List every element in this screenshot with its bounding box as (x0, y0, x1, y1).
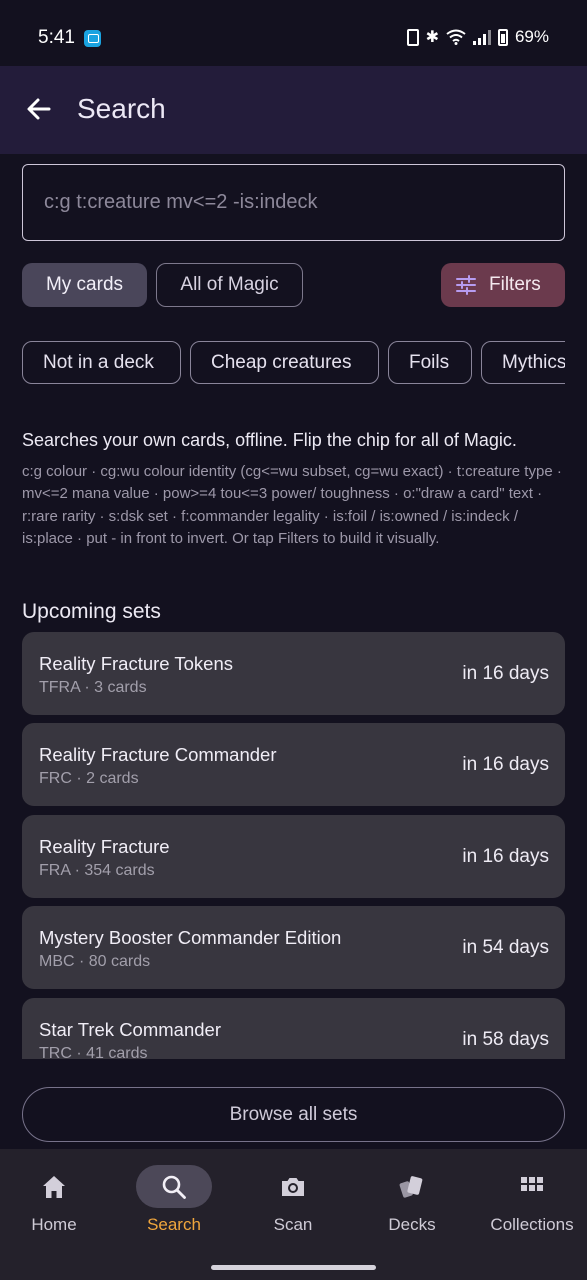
chip-not-in-deck[interactable]: Not in a deck (22, 341, 181, 384)
set-meta: TFRA · 3 cards (39, 679, 147, 696)
set-card[interactable]: Reality Fracture Tokens TFRA · 3 cards i… (22, 632, 565, 715)
set-card[interactable]: Mystery Booster Commander Edition MBC · … (22, 906, 565, 989)
set-release: in 16 days (462, 663, 549, 684)
upcoming-sets-list[interactable]: Reality Fracture Tokens TFRA · 3 cards i… (22, 632, 565, 1059)
set-name: Reality Fracture Tokens (39, 653, 233, 674)
vibrate-icon (406, 28, 419, 46)
set-release: in 58 days (462, 1029, 549, 1050)
nav-search[interactable]: Search (115, 1149, 233, 1249)
chip-cheap-creatures[interactable]: Cheap creatures (190, 341, 379, 384)
bluetooth-icon: ✱ (425, 29, 439, 46)
nav-scan[interactable]: Scan (234, 1149, 352, 1249)
set-meta: FRA · 354 cards (39, 862, 155, 879)
search-icon (162, 1175, 186, 1199)
set-name: Star Trek Commander (39, 1019, 221, 1040)
search-syntax-help: c:g colour · cg:wu colour identity (cg<=… (22, 463, 562, 547)
status-icons: ✱ 69% (406, 27, 549, 47)
wifi-icon (446, 29, 466, 45)
set-meta: MBC · 80 cards (39, 953, 151, 970)
scope-all-of-magic-button[interactable]: All of Magic (156, 263, 303, 307)
nav-decks[interactable]: Decks (353, 1149, 471, 1249)
battery-percent: 69% (514, 27, 549, 46)
home-indicator[interactable] (211, 1265, 376, 1270)
set-release: in 54 days (462, 937, 549, 958)
set-card[interactable]: Reality Fracture FRA · 354 cards in 16 d… (22, 815, 565, 898)
nav-label: Search (147, 1215, 201, 1234)
search-help-title: Searches your own cards, offline. Flip t… (22, 430, 517, 450)
nav-label: Collections (490, 1215, 574, 1234)
sliders-icon (456, 275, 476, 295)
nav-label: Home (31, 1215, 77, 1234)
upcoming-sets-heading: Upcoming sets (22, 600, 161, 623)
home-icon (43, 1175, 65, 1198)
arrow-left-icon[interactable] (22, 92, 56, 126)
cards-icon (399, 1175, 423, 1198)
nav-home[interactable]: Home (0, 1149, 113, 1249)
nav-label: Scan (273, 1215, 313, 1234)
set-release: in 16 days (462, 754, 549, 775)
page-title: Search (77, 93, 166, 124)
filters-label: Filters (489, 274, 541, 295)
set-meta: FRC · 2 cards (39, 770, 139, 787)
search-input[interactable] (23, 165, 564, 240)
status-time: 5:41 (38, 27, 75, 48)
set-name: Mystery Booster Commander Edition (39, 927, 342, 948)
status-bar: 5:41 ✱ 69% (0, 0, 587, 66)
search-field[interactable] (22, 164, 565, 241)
notification-icon (84, 30, 101, 47)
filters-button[interactable]: Filters (441, 263, 565, 307)
scope-my-cards-button[interactable]: My cards (22, 263, 147, 307)
set-meta: TRC · 41 cards (39, 1045, 148, 1059)
browse-all-sets-button[interactable]: Browse all sets (22, 1087, 565, 1142)
chip-foils[interactable]: Foils (388, 341, 472, 384)
nav-label: Decks (388, 1215, 436, 1234)
signal-icon (472, 29, 491, 45)
camera-icon (282, 1177, 304, 1196)
set-card[interactable]: Reality Fracture Commander FRC · 2 cards… (22, 723, 565, 806)
set-card[interactable]: Star Trek Commander TRC · 41 cards in 58… (22, 998, 565, 1059)
set-name: Reality Fracture Commander (39, 744, 277, 765)
battery-icon (497, 28, 508, 46)
nav-collections[interactable]: Collections (473, 1149, 587, 1249)
app-bar: Search (0, 66, 587, 154)
bottom-navigation: Home Search Scan Decks Collections (0, 1149, 587, 1280)
chip-mythics[interactable]: Mythics (481, 341, 565, 384)
set-release: in 16 days (462, 846, 549, 867)
set-name: Reality Fracture (39, 836, 170, 857)
grid-icon (521, 1176, 543, 1191)
quick-filter-chips: Not in a deck Cheap creatures Foils Myth… (22, 341, 565, 385)
